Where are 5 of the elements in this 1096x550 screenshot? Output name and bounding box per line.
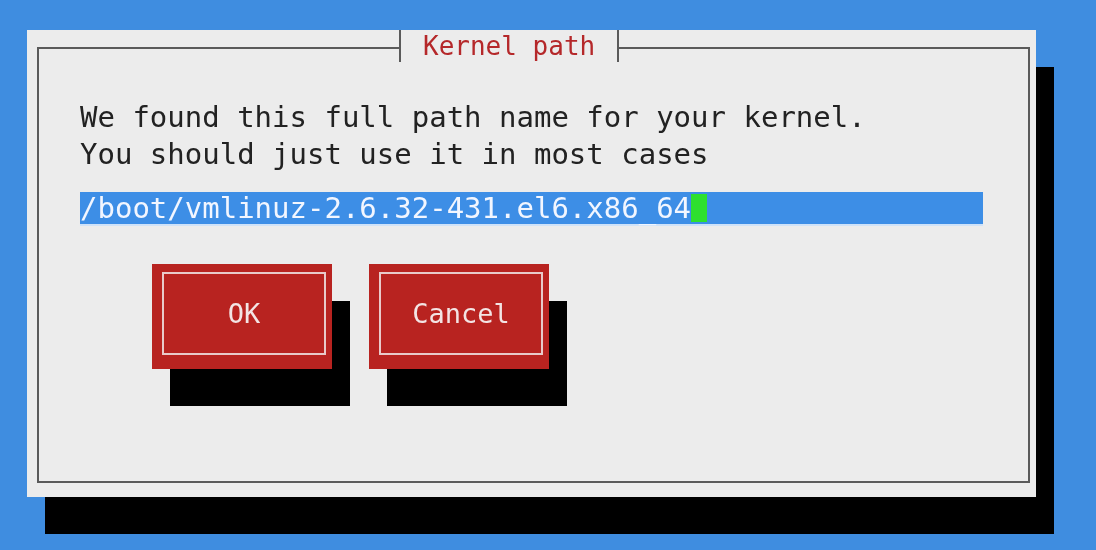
dialog-title: Kernel path xyxy=(399,30,620,62)
message-text: You should just use it in most cases xyxy=(80,136,710,173)
message-text: We found this full path name for your kernel. xyxy=(80,99,867,136)
text-cursor xyxy=(691,194,708,222)
input-field[interactable]: /boot/vmlinuz-2.6.32-431.el6.x86_64 xyxy=(80,192,983,226)
